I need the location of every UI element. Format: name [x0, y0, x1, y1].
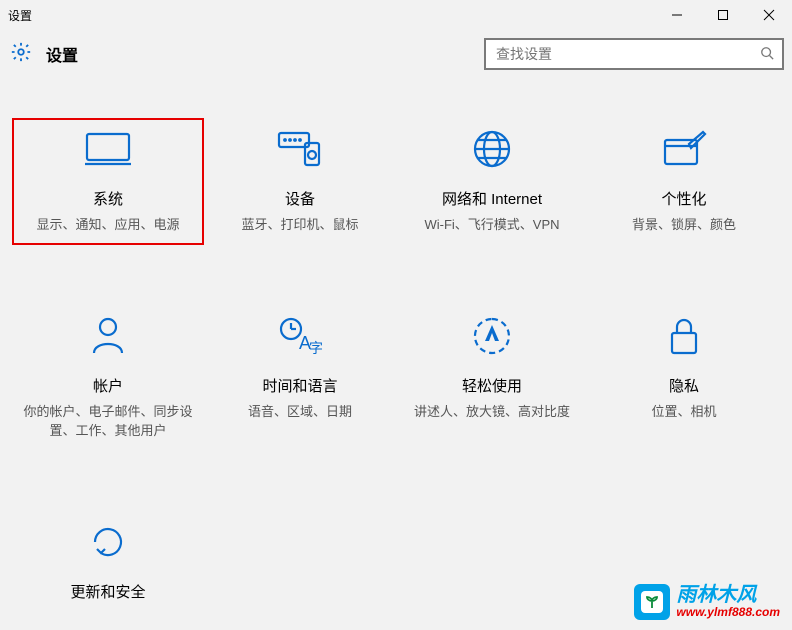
gear-icon [10, 41, 32, 68]
tile-title: 设备 [285, 188, 315, 209]
tile-title: 帐户 [93, 375, 123, 396]
tile-desc: 语音、区域、日期 [248, 402, 352, 422]
tile-title: 轻松使用 [462, 375, 522, 396]
tile-title: 时间和语言 [262, 375, 337, 396]
tile-update-security[interactable]: 更新和安全 [12, 511, 204, 618]
maximize-icon [717, 9, 729, 21]
tile-desc: 显示、通知、应用、电源 [36, 215, 179, 235]
search-icon [760, 46, 774, 63]
settings-grid: 系统 显示、通知、应用、电源 设备 蓝牙、打印机、鼠标 网络和 Internet… [0, 78, 792, 618]
lock-icon [667, 315, 701, 357]
minimize-icon [671, 9, 683, 21]
header-left: 设置 [10, 41, 78, 68]
devices-icon [275, 128, 325, 170]
search-box[interactable] [484, 38, 784, 70]
maximize-button[interactable] [700, 0, 746, 30]
titlebar: 设置 [0, 0, 792, 30]
window-title: 设置 [8, 7, 32, 24]
minimize-button[interactable] [654, 0, 700, 30]
tile-title: 更新和安全 [70, 581, 145, 602]
watermark: 雨林木风 www.ylmf888.com [634, 584, 780, 620]
sprout-icon [641, 591, 663, 613]
header: 设置 [0, 30, 792, 78]
display-icon [83, 128, 133, 170]
tile-desc: 位置、相机 [651, 402, 716, 422]
page-title: 设置 [46, 42, 78, 66]
time-language-icon: A字 [277, 315, 323, 357]
close-button[interactable] [746, 0, 792, 30]
tile-privacy[interactable]: 隐私 位置、相机 [588, 305, 780, 451]
watermark-text: 雨林木风 www.ylmf888.com [676, 584, 780, 619]
sync-icon [87, 521, 129, 563]
tile-personalization[interactable]: 个性化 背景、锁屏、颜色 [588, 118, 780, 245]
tile-ease-of-access[interactable]: 轻松使用 讲述人、放大镜、高对比度 [396, 305, 588, 451]
tile-system[interactable]: 系统 显示、通知、应用、电源 [12, 118, 204, 245]
tile-title: 系统 [93, 188, 123, 209]
watermark-brand: 雨林木风 [676, 584, 780, 606]
ease-icon [471, 315, 513, 357]
watermark-logo [634, 584, 670, 620]
paint-icon [661, 128, 707, 170]
tile-time-language[interactable]: A字 时间和语言 语音、区域、日期 [204, 305, 396, 451]
search-input[interactable] [496, 46, 760, 62]
watermark-url: www.ylmf888.com [676, 606, 780, 619]
tile-desc: 讲述人、放大镜、高对比度 [414, 402, 570, 422]
tile-desc: 你的帐户、电子邮件、同步设置、工作、其他用户 [23, 402, 193, 441]
tile-title: 网络和 Internet [442, 188, 542, 209]
svg-text:字: 字 [309, 340, 323, 356]
tile-desc: 背景、锁屏、颜色 [632, 215, 736, 235]
tile-desc: 蓝牙、打印机、鼠标 [241, 215, 358, 235]
tile-title: 个性化 [661, 188, 706, 209]
tile-accounts[interactable]: 帐户 你的帐户、电子邮件、同步设置、工作、其他用户 [12, 305, 204, 451]
person-icon [90, 315, 126, 357]
tile-desc: Wi-Fi、飞行模式、VPN [424, 215, 559, 235]
tile-title: 隐私 [669, 375, 699, 396]
tile-devices[interactable]: 设备 蓝牙、打印机、鼠标 [204, 118, 396, 245]
globe-icon [471, 128, 513, 170]
tile-network[interactable]: 网络和 Internet Wi-Fi、飞行模式、VPN [396, 118, 588, 245]
window-controls [654, 0, 792, 30]
close-icon [763, 9, 775, 21]
